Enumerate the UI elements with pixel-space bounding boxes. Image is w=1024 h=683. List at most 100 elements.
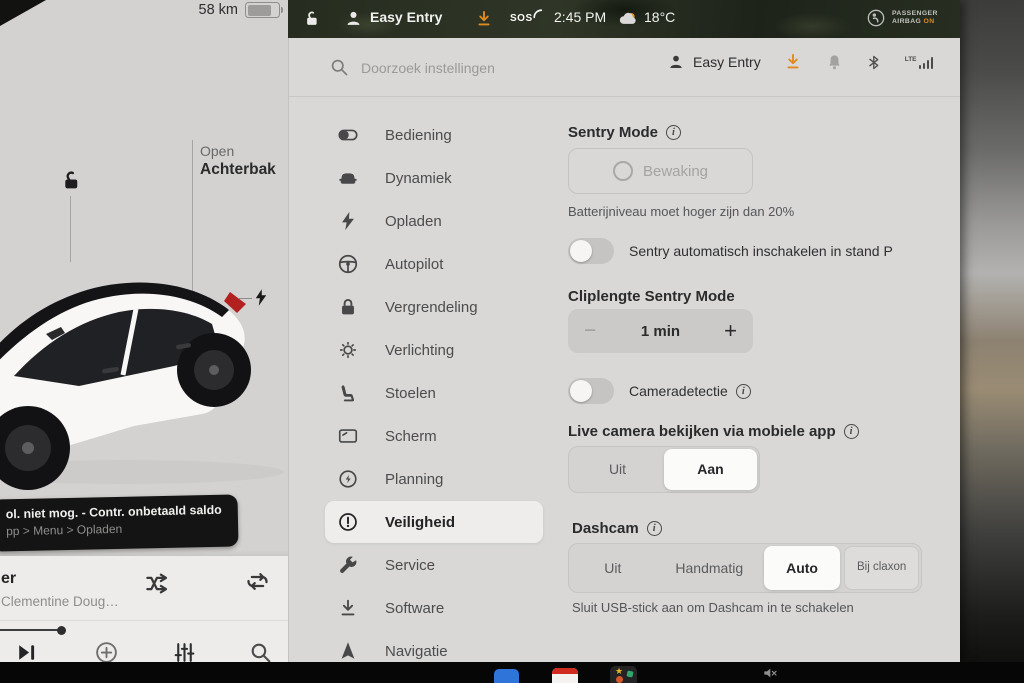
search-icon [329, 57, 349, 77]
dashcam-option-handmatig[interactable]: Handmatig [655, 546, 764, 590]
media-artist: Clementine Doug… [1, 594, 119, 609]
dashcam-info-icon[interactable]: i [647, 521, 662, 536]
media-player: er Clementine Doug… [0, 556, 306, 668]
lock-icon [337, 296, 359, 318]
charging-notification-banner[interactable]: ol. niet mog. - Contr. onbetaald saldo p… [0, 494, 239, 551]
tesla-touchscreen: 58 km Open Achterbak [0, 0, 960, 662]
clip-length-value: 1 min [568, 323, 753, 340]
car-image[interactable] [0, 246, 284, 491]
orange-shape [616, 676, 623, 683]
shuffle-icon[interactable] [144, 570, 171, 597]
live-camera-segmented-control: Uit Aan [568, 446, 760, 493]
camera-detect-info-icon[interactable]: i [736, 384, 751, 399]
live-camera-option-aan[interactable]: Aan [664, 449, 757, 490]
driver-profile-icon[interactable] [344, 9, 363, 28]
notifications-bell-icon[interactable] [825, 53, 844, 72]
software-update-icon[interactable] [474, 9, 494, 29]
nav-arrow-icon [337, 640, 359, 662]
sidebar-item-opladen[interactable]: Opladen [325, 200, 543, 242]
toggle-icon [337, 124, 359, 146]
sidebar-item-software[interactable]: Software [325, 587, 543, 629]
dashcam-title: Dashcam i [572, 520, 662, 537]
weather-cloud-icon [618, 10, 638, 26]
battery-range: 58 km [199, 2, 281, 18]
green-shape [626, 670, 633, 677]
settings-search-input[interactable] [359, 52, 603, 84]
dashcam-segmented-control: Uit Handmatig Auto Bij claxon [568, 543, 922, 593]
bewaking-button[interactable]: Bewaking [568, 148, 753, 194]
volume-muted-button[interactable] [762, 665, 778, 681]
update-download-icon[interactable] [783, 52, 803, 72]
app-icon-calendar[interactable] [552, 668, 578, 683]
app-launcher-bar: ★ [0, 662, 1024, 683]
airbag-text-line2: AIRBAG ON [892, 18, 938, 26]
steering-icon [337, 253, 359, 275]
car-status-panel: 58 km Open Achterbak [0, 0, 288, 662]
bolt-icon [337, 210, 359, 232]
clip-length-title: Cliplengte Sentry Mode [568, 288, 735, 305]
media-progress-bar[interactable] [0, 629, 62, 631]
top-status-bar: Easy Entry SOS 2:45 PM 18°C PASSENGER AI… [288, 0, 960, 38]
auto-sentry-toggle[interactable] [568, 238, 614, 264]
airbag-on-state: ON [924, 18, 935, 25]
car-unlocked-icon[interactable] [302, 9, 321, 28]
sidebar-item-verlichting[interactable]: Verlichting [325, 329, 543, 371]
range-text: 58 km [199, 2, 239, 18]
sidebar-item-autopilot[interactable]: Autopilot [325, 243, 543, 285]
seat-icon [337, 382, 359, 404]
wrench-icon [337, 554, 359, 576]
speaker-muted-icon [762, 665, 778, 681]
unlocked-padlock-icon[interactable] [58, 168, 83, 193]
outside-temperature: 18°C [644, 9, 675, 25]
notification-line2: pp > Menu > Opladen [6, 520, 228, 539]
alert-icon [337, 511, 359, 533]
camera-detect-label: Cameradetectie i [629, 383, 751, 399]
sidebar-item-veiligheid[interactable]: Veiligheid [325, 501, 543, 543]
notification-line1: ol. niet mog. - Contr. onbetaald saldo [6, 503, 228, 522]
profile-icon [667, 53, 685, 71]
settings-panel: Easy Entry LTE Bediening [288, 38, 960, 662]
sidebar-item-dynamiek[interactable]: Dynamiek [325, 157, 543, 199]
live-camera-option-uit[interactable]: Uit [571, 449, 664, 490]
sos-icon[interactable]: SOS [510, 13, 543, 24]
battery-icon [245, 2, 280, 18]
charge-port-line [238, 298, 252, 299]
repeat-icon[interactable] [244, 568, 271, 595]
sidebar-item-planning[interactable]: Planning [325, 458, 543, 500]
app-icon-toybox[interactable]: ★ [610, 666, 637, 683]
sidebar-item-stoelen[interactable]: Stoelen [325, 372, 543, 414]
app-icon-phone[interactable] [494, 669, 519, 683]
dashcam-option-auto[interactable]: Auto [764, 546, 840, 590]
settings-profile-name: Easy Entry [693, 54, 761, 70]
dashcam-option-bij-claxon[interactable]: Bij claxon [844, 546, 919, 590]
media-track-title: er [1, 570, 16, 588]
passenger-airbag-indicator: PASSENGER AIRBAG ON [866, 8, 938, 28]
car-icon [337, 167, 359, 189]
settings-profile-button[interactable]: Easy Entry [667, 53, 761, 71]
open-trunk-button[interactable]: Open Achterbak [200, 142, 276, 180]
airbag-icon [866, 8, 886, 28]
profile-name[interactable]: Easy Entry [370, 9, 442, 25]
sidebar-item-service[interactable]: Service [325, 544, 543, 586]
airbag-text-line1: PASSENGER [892, 10, 938, 18]
sentry-circle-icon [613, 161, 633, 181]
usb-note: Sluit USB-stick aan om Dashcam in te sch… [572, 600, 854, 615]
download-icon [337, 597, 359, 619]
settings-header: Easy Entry LTE [289, 38, 960, 97]
sidebar-item-bediening[interactable]: Bediening [325, 114, 543, 156]
charge-bolt-icon[interactable] [252, 285, 270, 310]
live-camera-info-icon[interactable]: i [844, 424, 859, 439]
screen-icon [337, 425, 359, 447]
sentry-info-icon[interactable]: i [666, 125, 681, 140]
clock: 2:45 PM [554, 9, 606, 25]
sidebar-item-scherm[interactable]: Scherm [325, 415, 543, 457]
auto-sentry-label: Sentry automatisch inschakelen in stand … [629, 243, 893, 259]
trunk-label-achterbak: Achterbak [200, 160, 276, 180]
battery-requirement-note: Batterijniveau moet hoger zijn dan 20% [568, 204, 794, 219]
camera-detect-toggle[interactable] [568, 378, 614, 404]
clock-icon [337, 468, 359, 490]
lte-signal-icon: LTE [905, 56, 933, 69]
dashcam-option-uit[interactable]: Uit [571, 546, 655, 590]
sidebar-item-vergrendeling[interactable]: Vergrendeling [325, 286, 543, 328]
bluetooth-icon[interactable] [866, 53, 883, 72]
